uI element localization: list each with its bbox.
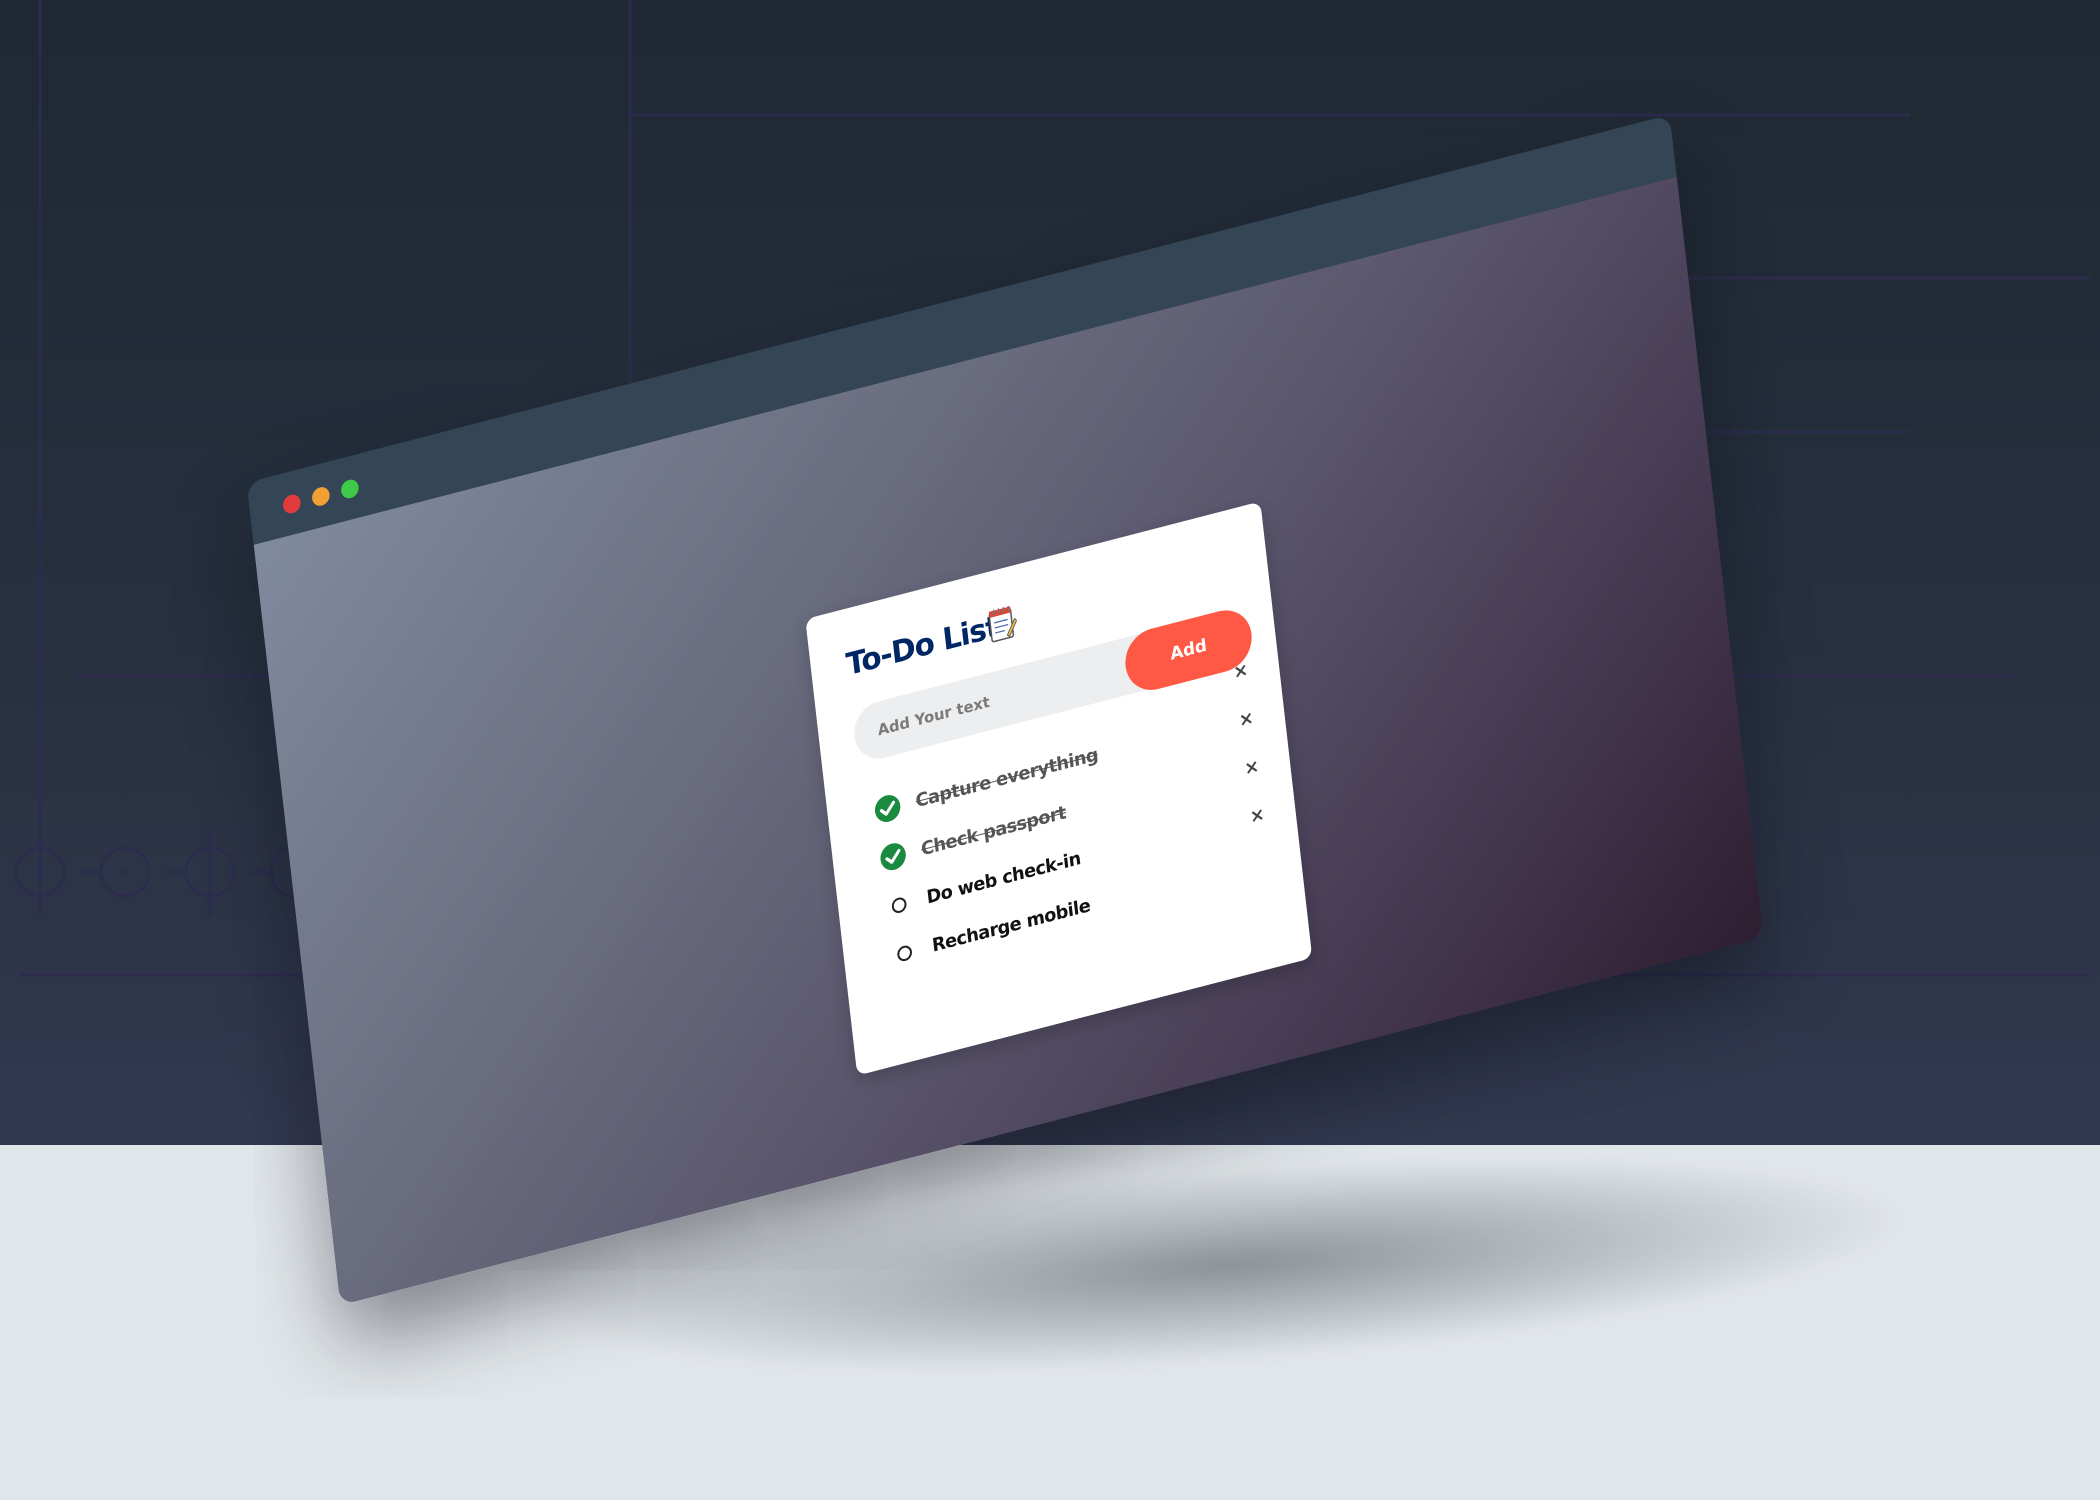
todo-title: To-Do List — [844, 608, 1001, 684]
minimize-window-dot[interactable] — [311, 485, 331, 508]
close-window-dot[interactable] — [282, 492, 302, 516]
remove-task-button[interactable]: × — [1224, 652, 1256, 690]
todo-card: To-Do List Add Your text Add Capture eve… — [805, 501, 1313, 1076]
checked-icon[interactable] — [877, 838, 909, 876]
checked-icon[interactable] — [871, 790, 903, 828]
maximize-window-dot[interactable] — [340, 477, 360, 501]
unchecked-circle-icon[interactable] — [888, 934, 920, 972]
unchecked-circle-icon[interactable] — [882, 886, 914, 924]
notepad-icon — [988, 605, 1018, 643]
